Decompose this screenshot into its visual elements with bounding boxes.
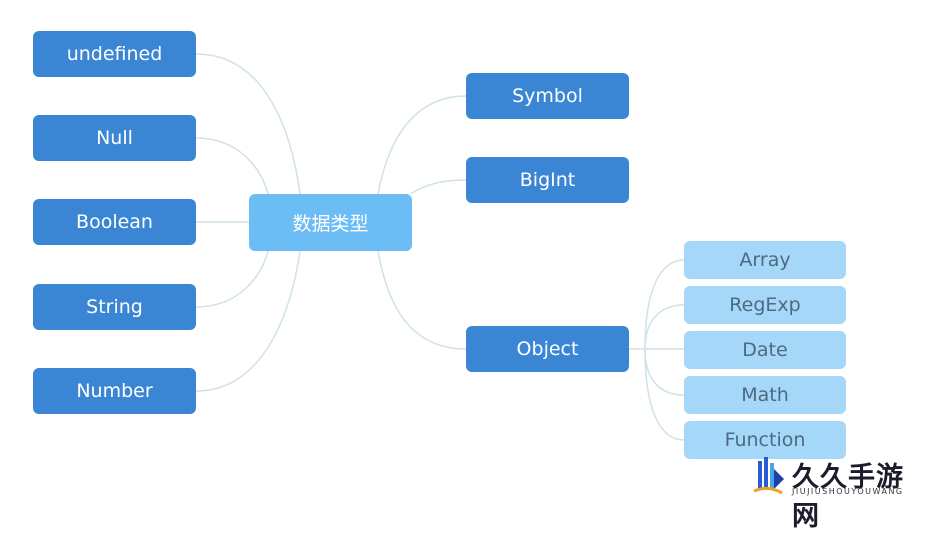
watermark-subtitle: JIUJIUSHOUYOUWANG bbox=[792, 487, 904, 496]
connector-math bbox=[644, 348, 685, 396]
node-undefined[interactable]: undefined bbox=[33, 31, 196, 77]
node-object[interactable]: Object bbox=[466, 326, 629, 372]
node-date[interactable]: Date bbox=[684, 331, 846, 369]
connector-regexp bbox=[644, 304, 685, 350]
connector-bigint bbox=[409, 179, 467, 195]
node-label: Function bbox=[724, 429, 806, 451]
node-label: String bbox=[86, 296, 143, 318]
node-null[interactable]: Null bbox=[33, 115, 196, 161]
node-label: Number bbox=[76, 380, 153, 402]
node-string[interactable]: String bbox=[33, 284, 196, 330]
node-label: Object bbox=[516, 338, 579, 360]
node-label: Array bbox=[739, 249, 791, 271]
node-number[interactable]: Number bbox=[33, 368, 196, 414]
connector-array bbox=[644, 259, 685, 350]
logo-icon bbox=[753, 457, 784, 495]
node-label: BigInt bbox=[519, 169, 576, 191]
connector-null bbox=[195, 137, 269, 195]
node-label: Symbol bbox=[512, 85, 583, 107]
node-bigint[interactable]: BigInt bbox=[466, 157, 629, 203]
center-node-label: 数据类型 bbox=[292, 213, 369, 235]
node-function[interactable]: Function bbox=[684, 421, 846, 459]
node-symbol[interactable]: Symbol bbox=[466, 73, 629, 119]
node-label: RegExp bbox=[729, 294, 801, 316]
center-node-data-types[interactable]: 数据类型 bbox=[249, 194, 412, 251]
node-label: Date bbox=[742, 339, 788, 361]
watermark-logo: 久久手游网 JIUJIUSHOUYOUWANG bbox=[752, 455, 927, 532]
connector-symbol bbox=[377, 95, 467, 195]
node-label: undefined bbox=[66, 43, 163, 65]
connector-string bbox=[195, 250, 269, 308]
node-label: Math bbox=[741, 384, 789, 406]
connector-number bbox=[195, 250, 301, 392]
connector-object bbox=[377, 250, 467, 350]
node-boolean[interactable]: Boolean bbox=[33, 199, 196, 245]
connector-undefined bbox=[195, 53, 301, 195]
node-array[interactable]: Array bbox=[684, 241, 846, 279]
node-math[interactable]: Math bbox=[684, 376, 846, 414]
node-label: Boolean bbox=[76, 211, 153, 233]
node-label: Null bbox=[96, 127, 133, 149]
node-regexp[interactable]: RegExp bbox=[684, 286, 846, 324]
